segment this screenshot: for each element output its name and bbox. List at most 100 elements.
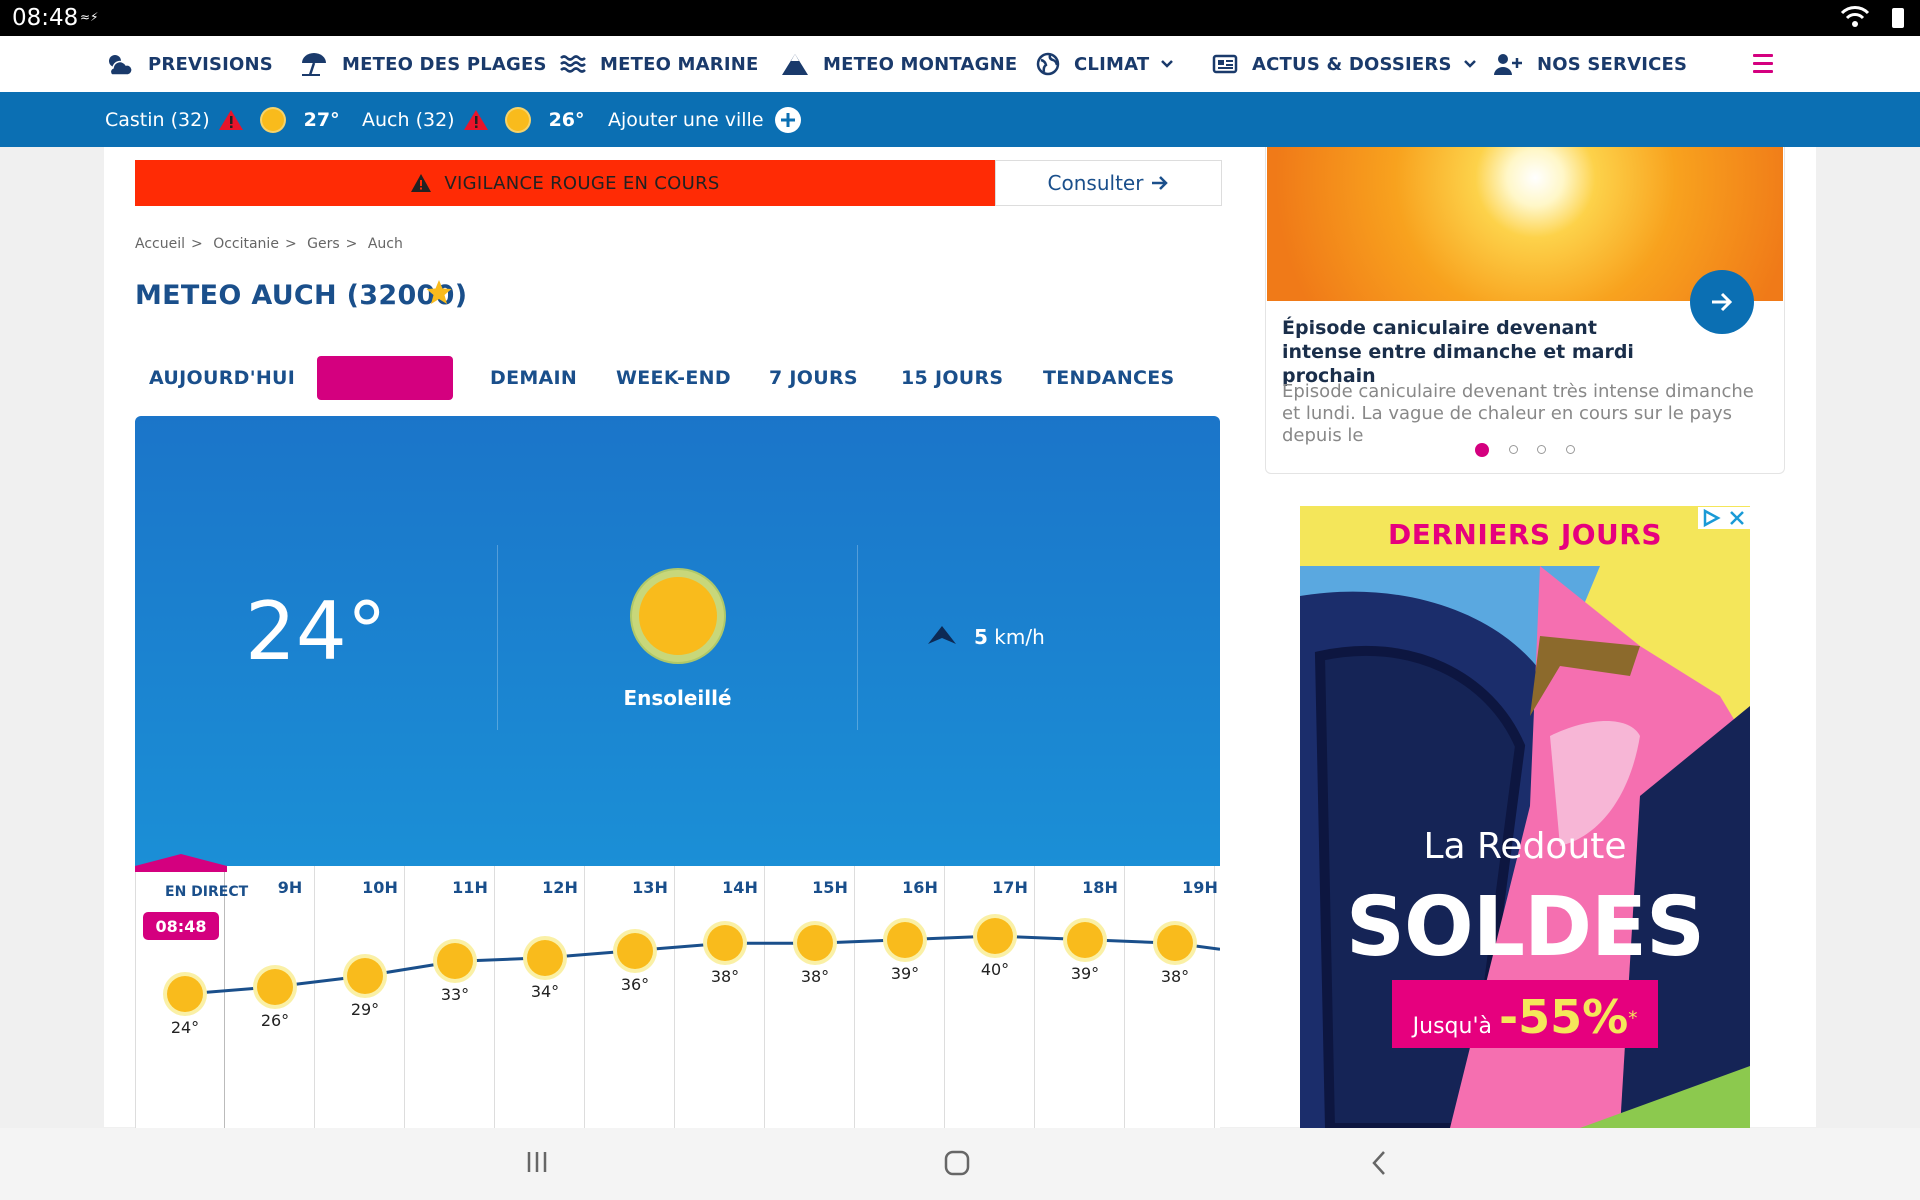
nfc-icon: ≈⚡ (80, 10, 99, 24)
hour-label: 15H (812, 878, 848, 897)
city-temp: 27° (303, 108, 340, 131)
nav-meteo-marine[interactable]: METEO MARINE (560, 36, 759, 92)
city-name: Castin (32) (105, 108, 210, 131)
sun-icon (632, 570, 724, 662)
city-castin[interactable]: Castin (32) 27° (105, 92, 340, 147)
wind-speed: 5 km/h (974, 625, 1045, 649)
sun-icon (257, 968, 293, 1005)
warning-icon (411, 174, 432, 192)
sun-icon (887, 921, 923, 958)
globe-icon (1036, 52, 1060, 76)
breadcrumb: Accueil > Occitanie > Gers > Auch (135, 236, 403, 252)
nav-label: NOS SERVICES (1537, 53, 1688, 75)
tab-demain[interactable]: DEMAIN (490, 356, 577, 400)
nav-meteo-plages[interactable]: METEO DES PLAGES (300, 36, 547, 92)
divider (497, 545, 498, 730)
ad-choices[interactable] (1698, 507, 1750, 529)
sun-icon (1157, 925, 1193, 962)
hour-temperature: 38° (800, 967, 830, 987)
close-icon[interactable] (1724, 507, 1750, 529)
warning-icon (218, 109, 243, 130)
carousel-dot[interactable] (1537, 445, 1546, 454)
add-user-icon (1494, 54, 1522, 75)
sun-icon (707, 925, 743, 962)
hour-temperature: 38° (710, 967, 740, 987)
tab-tendances[interactable]: TENDANCES (1043, 356, 1175, 400)
newspaper-icon (1212, 54, 1238, 74)
temperature-line (184, 934, 1220, 996)
hour-label: 17H (992, 878, 1028, 897)
sun-icon (797, 925, 833, 962)
city-bar: Castin (32) 27° Auch (32) 26° Ajouter un… (0, 92, 1920, 147)
menu-icon[interactable] (1753, 54, 1773, 74)
home-icon[interactable] (944, 1150, 970, 1176)
recent-apps-icon[interactable] (525, 1150, 549, 1174)
tab-active[interactable] (317, 356, 453, 400)
nav-previsions[interactable]: PREVISIONS (104, 36, 273, 92)
wind-value: 5 (974, 625, 988, 649)
nav-meteo-montagne[interactable]: METEO MONTAGNE (781, 36, 1017, 92)
sun-icon (977, 918, 1013, 954)
star-icon[interactable] (426, 279, 452, 305)
ad-header: DERNIERS JOURS (1387, 518, 1663, 551)
breadcrumb-item[interactable]: Gers (307, 236, 340, 252)
nav-label: METEO MARINE (600, 53, 759, 75)
carousel-dot-active[interactable] (1475, 443, 1489, 457)
nav-label: METEO DES PLAGES (342, 53, 547, 75)
nav-climat[interactable]: CLIMAT (1036, 36, 1187, 92)
hour-label: 12H (542, 878, 578, 897)
ad-brand: La Redoute (1423, 826, 1627, 867)
warning-icon (463, 109, 488, 130)
city-temp: 26° (548, 108, 585, 131)
hour-label: 19H (1182, 878, 1218, 897)
city-name: Auch (32) (362, 108, 455, 131)
add-city-label: Ajouter une ville (608, 108, 764, 131)
divider (857, 545, 858, 730)
adchoices-icon[interactable] (1698, 507, 1724, 529)
current-condition: Ensoleillé (623, 686, 732, 710)
sun-icon (506, 108, 529, 131)
nav-nos-services[interactable]: NOS SERVICES (1493, 36, 1687, 92)
add-city-button[interactable]: Ajouter une ville (608, 92, 802, 147)
hour-label: 16H (902, 878, 938, 897)
sun-icon (261, 108, 284, 131)
arrow-right-icon (1712, 292, 1733, 312)
vigilance-banner[interactable]: VIGILANCE ROUGE EN COURS (135, 160, 995, 206)
breadcrumb-item[interactable]: Auch (368, 236, 403, 252)
breadcrumb-item[interactable]: Occitanie (213, 236, 279, 252)
hour-temperature: 33° (440, 985, 470, 1005)
ad-promo-star: * (1628, 1008, 1638, 1030)
hour-label: 14H (722, 878, 758, 897)
mountain-icon (782, 54, 808, 75)
city-auch[interactable]: Auch (32) 26° (362, 92, 585, 147)
hour-temperature: 29° (350, 999, 380, 1019)
consulter-label: Consulter (1047, 171, 1144, 195)
sun-icon (617, 932, 653, 969)
tab-7-jours[interactable]: 7 JOURS (769, 356, 858, 400)
plus-circle-icon (774, 106, 801, 133)
back-icon[interactable] (1370, 1150, 1388, 1176)
carousel-dot[interactable] (1566, 445, 1575, 454)
hour-temperature: 26° (260, 1010, 290, 1030)
sun-icon (1067, 921, 1103, 958)
nav-actus-dossiers[interactable]: ACTUS & DOSSIERS (1212, 36, 1490, 92)
current-temperature: 24° (245, 585, 387, 678)
news-excerpt: Episode caniculaire devenant très intens… (1282, 381, 1754, 446)
news-title[interactable]: Épisode caniculaire devenant intense ent… (1282, 316, 1652, 388)
news-next-button[interactable] (1690, 270, 1754, 334)
status-bar: 08:48 ≈⚡ (0, 0, 1920, 36)
hour-label: 9H (277, 878, 303, 897)
tab-aujourdhui[interactable]: AUJOURD'HUI (149, 356, 295, 400)
waves-icon (560, 55, 586, 73)
breadcrumb-item[interactable]: Accueil (135, 236, 185, 252)
hour-label: 11H (452, 878, 488, 897)
carousel-dot[interactable] (1509, 445, 1518, 454)
tab-15-jours[interactable]: 15 JOURS (901, 356, 1003, 400)
ad-headline: SOLDES (1345, 880, 1705, 975)
hour-temperature: 36° (620, 974, 650, 994)
tab-week-end[interactable]: WEEK-END (616, 356, 731, 400)
sun-cloud-icon (109, 55, 133, 76)
ad-promo-prefix: Jusqu'à (1412, 1014, 1492, 1039)
hour-temperature: 39° (890, 963, 920, 983)
consulter-button[interactable]: Consulter (995, 160, 1222, 206)
